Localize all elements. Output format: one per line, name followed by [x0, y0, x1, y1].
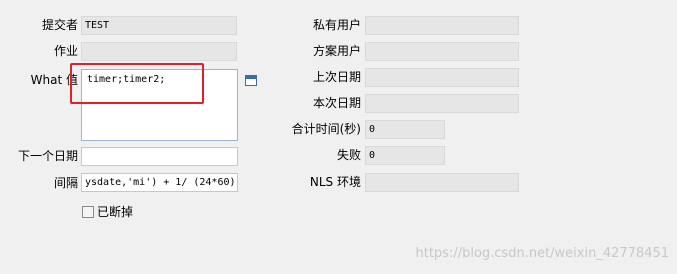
job-label: 作业: [53, 44, 78, 58]
submitter-label: 提交者: [41, 18, 78, 32]
next-date-field[interactable]: [81, 147, 238, 166]
failures-label: 失败: [336, 148, 361, 162]
submitter-field[interactable]: TEST: [81, 16, 237, 35]
broken-checkbox[interactable]: [82, 206, 94, 218]
last-date-label: 上次日期: [312, 70, 361, 84]
nls-env-field[interactable]: [365, 173, 519, 192]
private-user-label: 私有用户: [312, 18, 361, 32]
highlight-annotation: [70, 63, 204, 104]
next-date-label: 下一个日期: [17, 149, 78, 163]
private-user-field[interactable]: [365, 16, 519, 35]
nls-env-label: NLS 环境: [309, 175, 361, 189]
schema-user-label: 方案用户: [312, 44, 361, 58]
this-date-label: 本次日期: [312, 96, 361, 110]
total-time-label: 合计时间(秒): [291, 122, 361, 136]
editor-icon[interactable]: [245, 75, 257, 86]
this-date-field[interactable]: [365, 94, 519, 113]
failures-field[interactable]: 0: [365, 146, 445, 165]
interval-label: 间隔: [53, 176, 78, 190]
watermark: https://blog.csdn.net/weixin_42778451: [415, 246, 669, 261]
total-time-field[interactable]: 0: [365, 120, 445, 139]
interval-field[interactable]: ysdate,'mi') + 1/ (24*60): [81, 173, 238, 192]
broken-label: 已断掉: [97, 205, 134, 219]
schema-user-field[interactable]: [365, 42, 519, 61]
job-field[interactable]: [81, 42, 237, 61]
last-date-field[interactable]: [365, 68, 519, 87]
